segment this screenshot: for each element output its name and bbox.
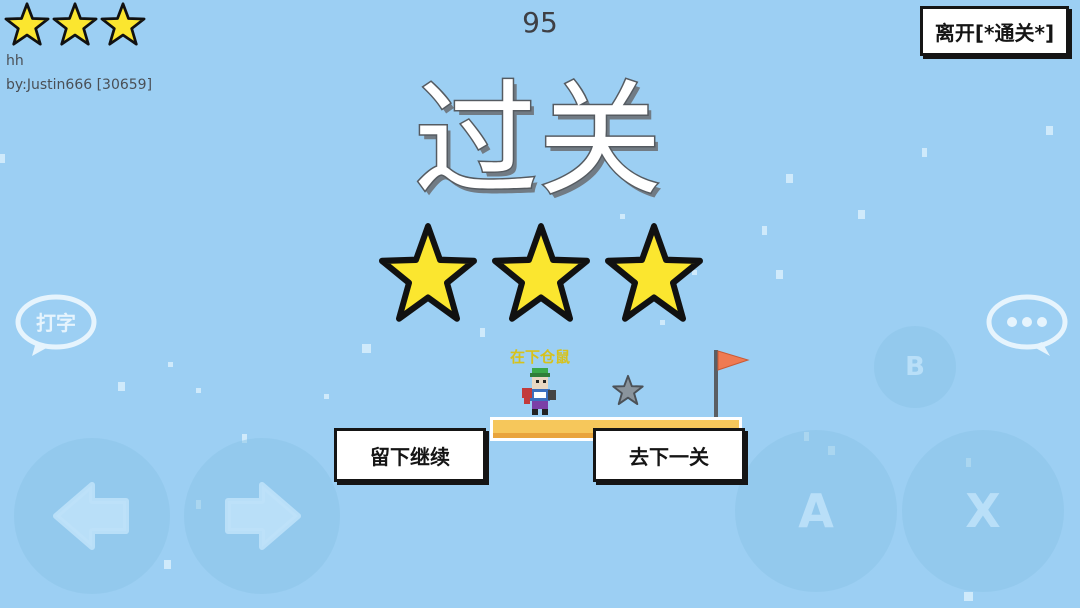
next-level-button[interactable]: 去下一关 — [593, 428, 745, 482]
chat-dots-icon — [1007, 317, 1017, 327]
player-name-label: 在下仓鼠 — [509, 348, 570, 366]
earned-stars — [374, 220, 708, 330]
title-text: 过关 — [414, 69, 662, 203]
arrow-left-icon — [53, 482, 129, 550]
gray-star-icon — [612, 374, 644, 406]
a-button[interactable]: A — [735, 430, 897, 592]
earned-star-icon — [605, 223, 703, 322]
b-button[interactable]: B — [874, 326, 956, 408]
chat-bubble-button[interactable] — [984, 292, 1070, 358]
type-label: 打字 — [36, 311, 76, 335]
move-right-button[interactable] — [184, 438, 340, 594]
stay-continue-button[interactable]: 留下继续 — [334, 428, 486, 482]
player-character-icon — [518, 366, 560, 418]
x-button[interactable]: X — [902, 430, 1064, 592]
move-left-button[interactable] — [14, 438, 170, 594]
earned-star-icon — [492, 223, 590, 322]
earned-star-icon — [379, 223, 477, 322]
type-chat-button[interactable]: 打字 — [14, 292, 98, 358]
leave-button[interactable]: 离开[*通关*] — [920, 6, 1069, 56]
score-counter: 95 — [522, 6, 558, 39]
goal-flag-icon — [712, 348, 752, 420]
arrow-right-icon — [225, 482, 301, 550]
level-clear-title: 过关 过关 — [0, 63, 1080, 219]
title-graphic: 过关 过关 — [412, 68, 666, 219]
